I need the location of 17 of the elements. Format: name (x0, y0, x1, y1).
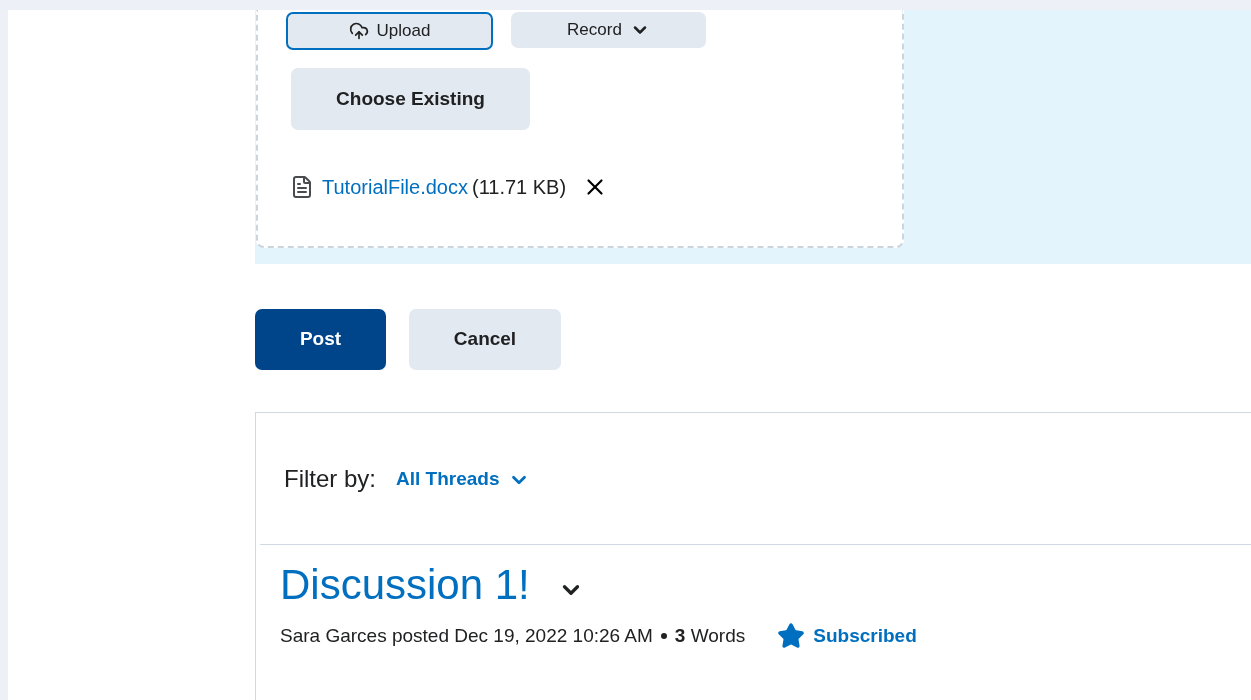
star-icon (777, 621, 806, 650)
filter-dropdown[interactable]: All Threads (396, 465, 530, 494)
subscribe-button[interactable]: Subscribed (777, 621, 917, 650)
file-link[interactable]: TutorialFile.docx (322, 172, 468, 202)
upload-icon (348, 21, 369, 41)
author-line: Sara Garces posted Dec 19, 2022 10:26 AM (280, 623, 653, 648)
upload-button[interactable]: Upload (286, 12, 493, 50)
document-icon (290, 175, 314, 199)
file-size: (11.71 KB) (472, 175, 567, 200)
filter-label: Filter by: (284, 463, 376, 494)
choose-existing-button[interactable]: Choose Existing (291, 68, 530, 130)
record-button[interactable]: Record (511, 12, 706, 48)
thread-title[interactable]: Discussion 1! (280, 559, 530, 612)
bullet-icon (660, 632, 667, 639)
cancel-button[interactable]: Cancel (409, 309, 561, 370)
post-button[interactable]: Post (255, 309, 386, 370)
word-count: 3 Words (674, 623, 746, 648)
